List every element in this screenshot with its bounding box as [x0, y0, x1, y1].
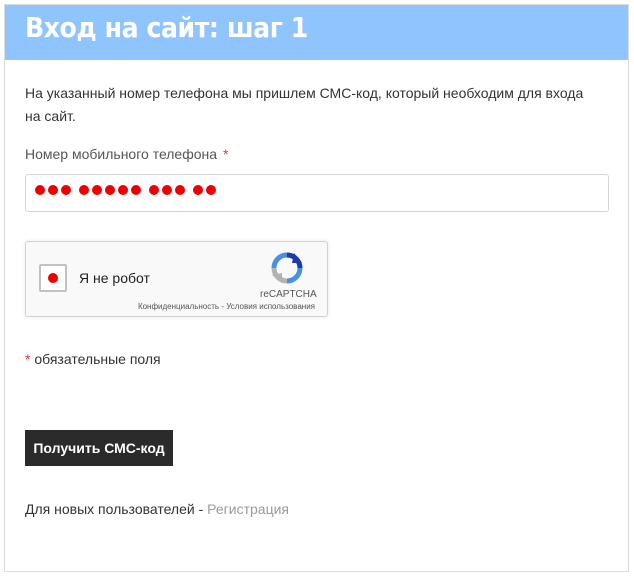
recaptcha-brand: reCAPTCHA [260, 289, 317, 300]
page-title: Вход на сайт: шаг 1 [25, 11, 308, 44]
recaptcha-widget: Я не робот reCAPTCHA Конфиденциальность … [25, 241, 328, 317]
get-sms-code-button[interactable]: Получить СМС-код [25, 430, 173, 466]
recaptcha-checkbox[interactable] [39, 264, 67, 292]
registration-link[interactable]: Регистрация [207, 501, 289, 517]
required-note-text: обязательные поля [30, 351, 161, 367]
phone-label: Номер мобильного телефона * [25, 146, 229, 162]
redacted-phone-value [35, 185, 219, 195]
required-fields-note: * обязательные поля [25, 351, 161, 367]
required-asterisk: * [223, 146, 229, 162]
redaction-dot [48, 273, 58, 283]
registration-line: Для новых пользователей - Регистрация [25, 501, 289, 517]
recaptcha-label: Я не робот [79, 270, 150, 286]
phone-input[interactable] [25, 174, 609, 212]
intro-text: На указанный номер телефона мы пришлем С… [25, 85, 584, 124]
recaptcha-privacy-link[interactable]: Конфиденциальность [138, 302, 219, 311]
recaptcha-logo-icon [271, 252, 303, 284]
recaptcha-terms-link[interactable]: Условия использования [226, 302, 315, 311]
panel-header: Вход на сайт: шаг 1 [5, 5, 628, 60]
login-panel: Вход на сайт: шаг 1 На указанный номер т… [4, 4, 629, 572]
new-users-text: Для новых пользователей - [25, 501, 208, 517]
phone-label-text: Номер мобильного телефона [25, 146, 218, 162]
recaptcha-links: Конфиденциальность - Условия использован… [26, 302, 315, 311]
